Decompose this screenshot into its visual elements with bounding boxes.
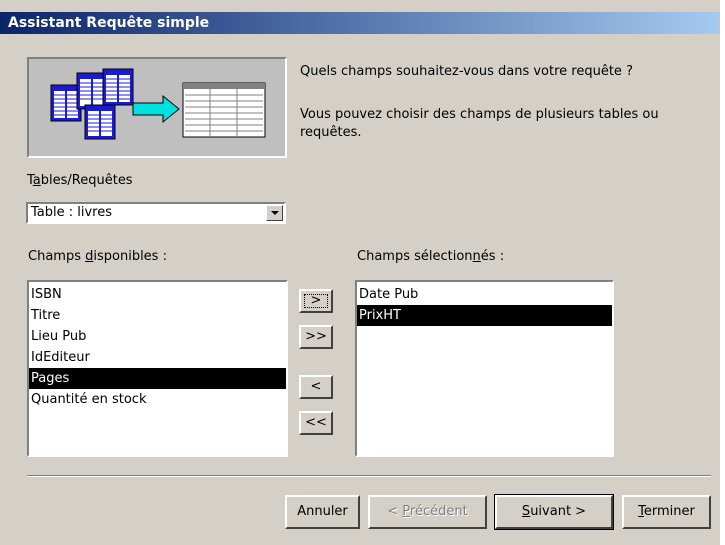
selected-fields-label: Champs sélectionnés : — [357, 249, 505, 264]
list-item[interactable]: Date Pub — [357, 284, 612, 305]
list-item[interactable]: Pages — [29, 368, 286, 389]
back-button[interactable]: < Précédent — [368, 495, 487, 529]
window-title: Assistant Requête simple — [0, 12, 720, 34]
tables-label: Tables/Requêtes — [27, 173, 133, 188]
remove-all-fields-button[interactable]: << — [299, 411, 333, 435]
intro-hint: Vous pouvez choisir des champs de plusie… — [300, 107, 659, 140]
list-item[interactable]: IdEditeur — [29, 347, 286, 368]
tables-to-query-illustration — [27, 57, 287, 158]
next-button[interactable]: Suivant > — [494, 494, 614, 530]
list-item[interactable]: ISBN — [29, 284, 286, 305]
list-item[interactable]: Lieu Pub — [29, 326, 286, 347]
available-fields-list[interactable]: ISBN Titre Lieu Pub IdEditeur Pages Quan… — [27, 280, 288, 457]
list-item[interactable]: Quantité en stock — [29, 389, 286, 410]
add-all-fields-button[interactable]: >> — [299, 325, 333, 349]
intro-question: Quels champs souhaitez-vous dans votre r… — [300, 64, 633, 79]
footer-separator — [27, 475, 711, 477]
remove-field-button[interactable]: < — [299, 375, 333, 399]
selected-fields-list[interactable]: Date Pub PrixHT — [355, 280, 614, 457]
tables-combobox[interactable]: Table : livres — [26, 202, 286, 224]
available-fields-label: Champs disponibles : — [28, 249, 167, 264]
tables-combobox-value: Table : livres — [31, 205, 113, 220]
dropdown-arrow-icon[interactable] — [266, 205, 283, 221]
add-field-button[interactable]: > — [299, 289, 333, 313]
list-item[interactable]: PrixHT — [357, 305, 612, 326]
list-item[interactable]: Titre — [29, 305, 286, 326]
finish-button[interactable]: Terminer — [622, 495, 711, 529]
cancel-button[interactable]: Annuler — [285, 495, 360, 529]
wizard-dialog: Assistant Requête simple Quels champs so… — [0, 0, 720, 545]
